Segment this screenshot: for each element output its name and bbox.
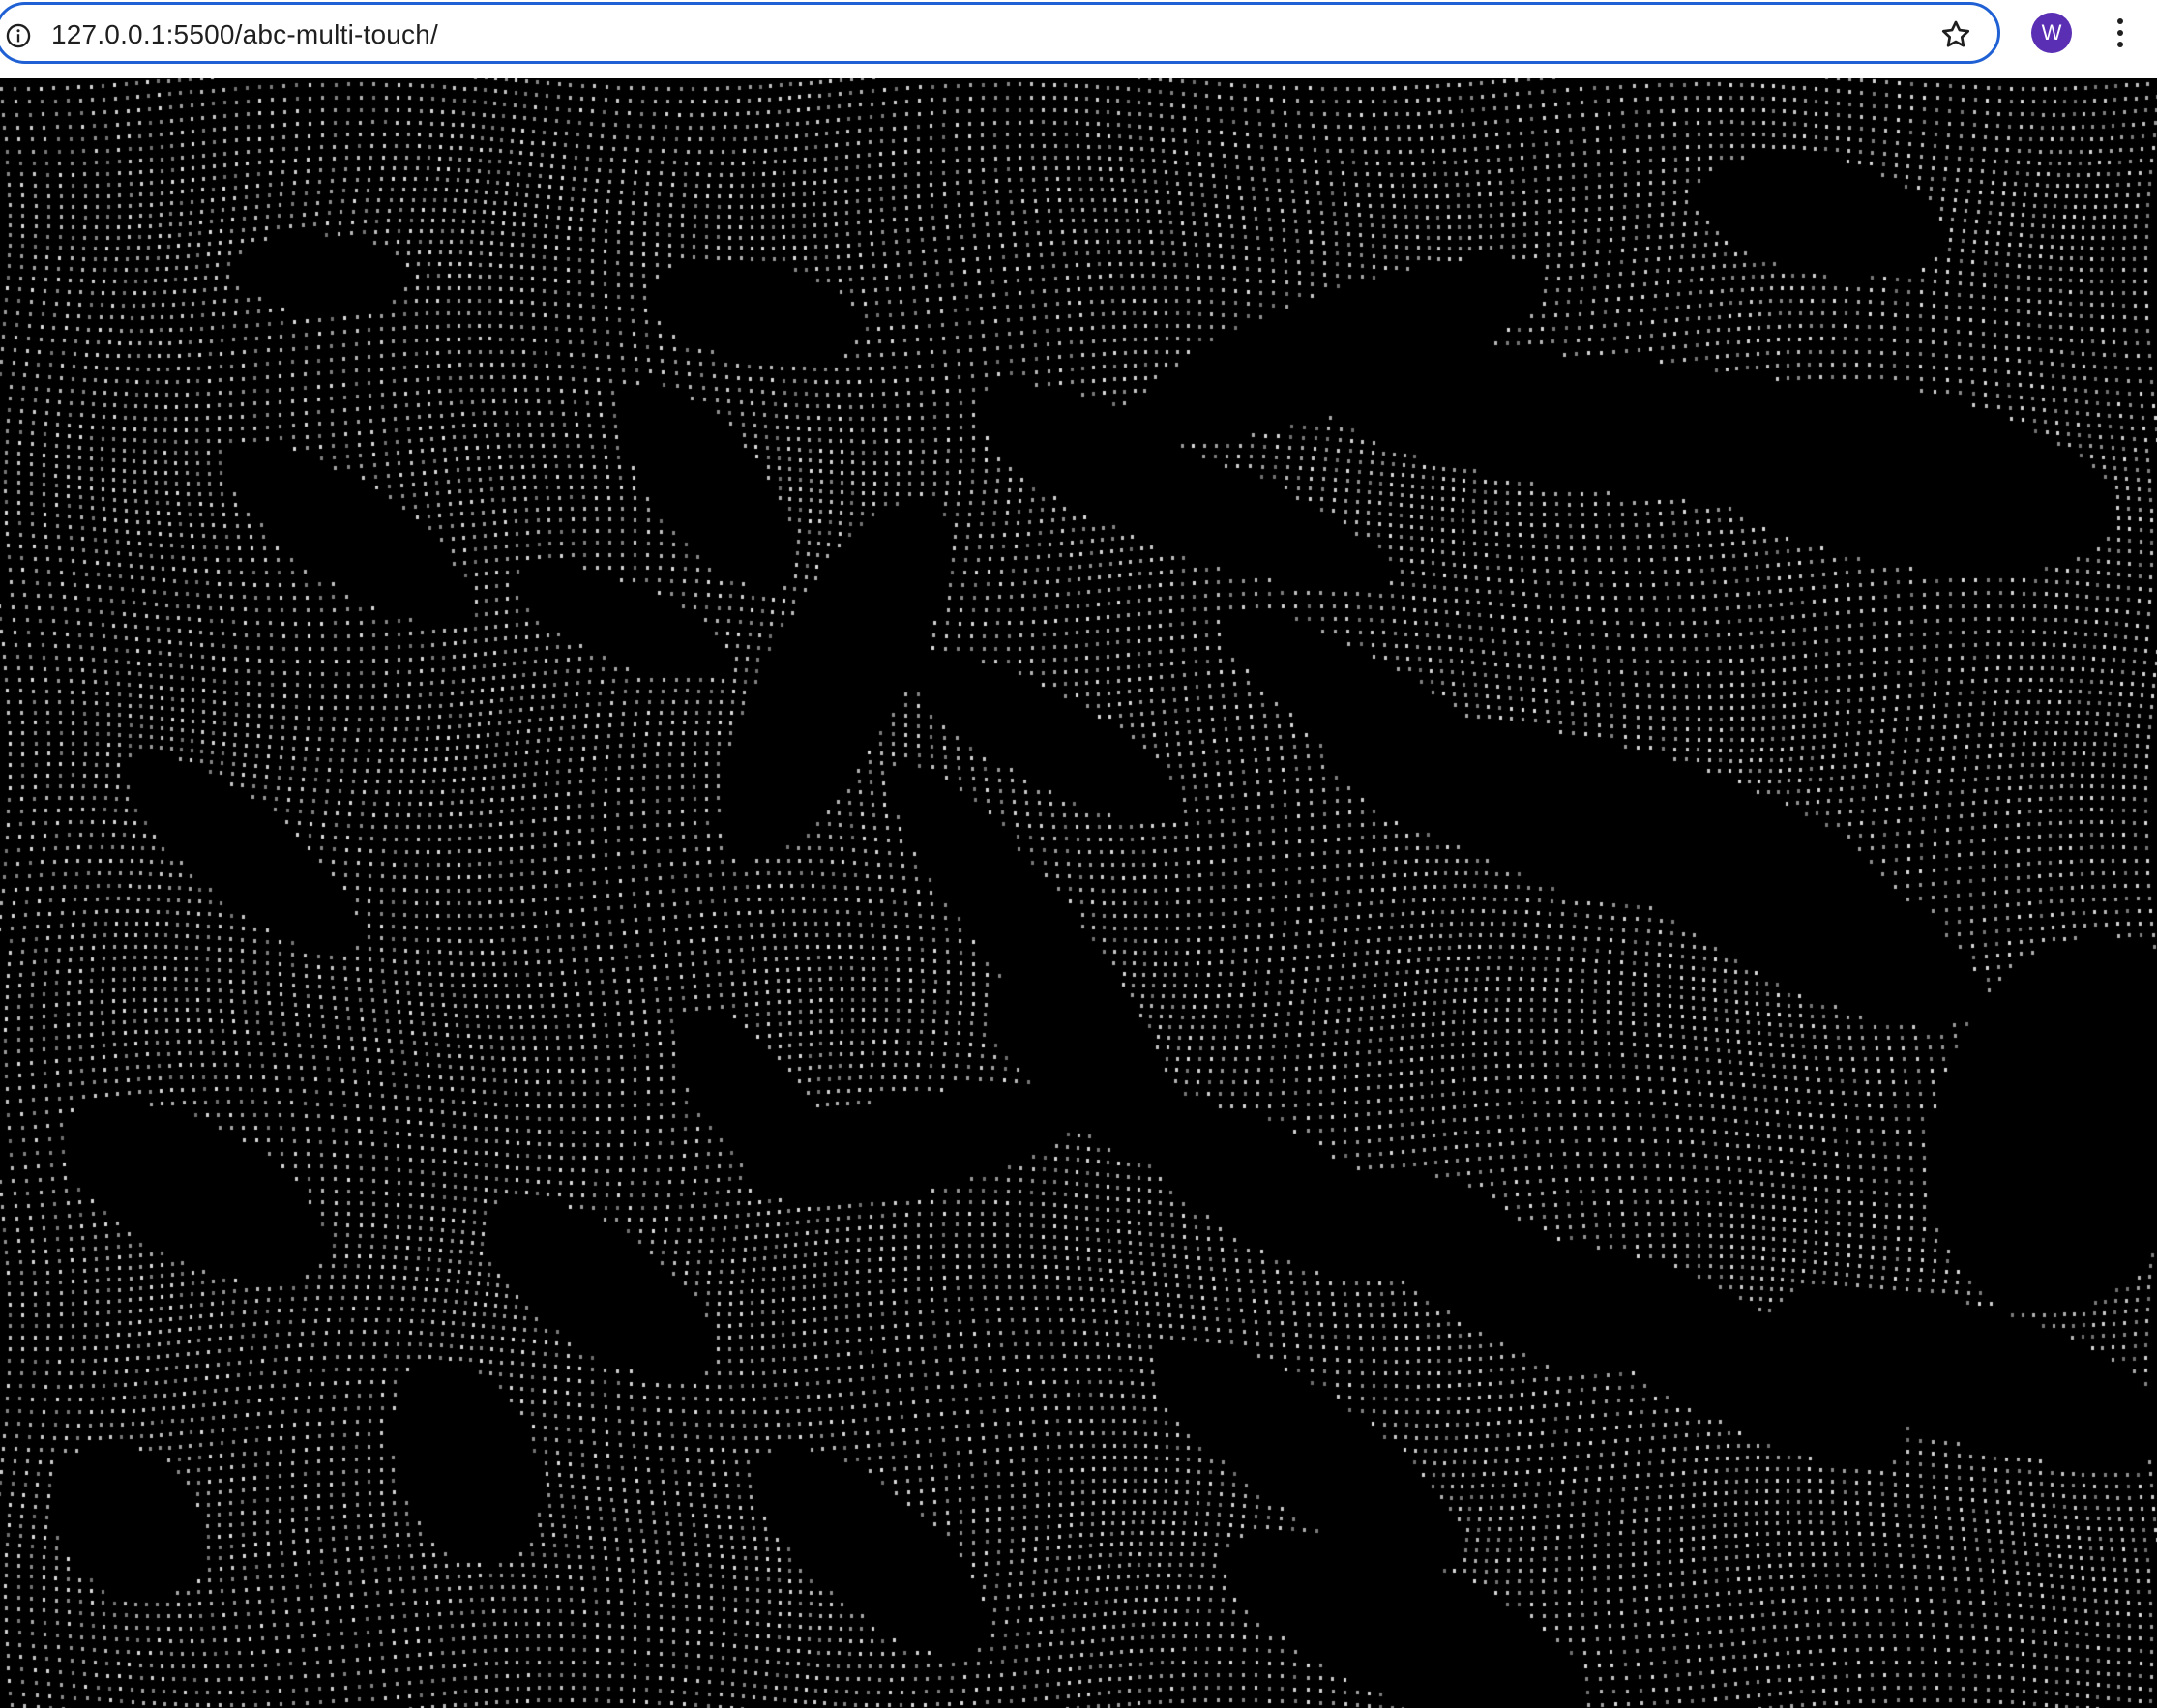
address-bar[interactable]: 127.0.0.1:5500/abc-multi-touch/ <box>0 2 2000 64</box>
address-url[interactable]: 127.0.0.1:5500/abc-multi-touch/ <box>51 18 438 51</box>
dot-field-canvas[interactable] <box>0 78 2157 1708</box>
browser-toolbar: 127.0.0.1:5500/abc-multi-touch/ W <box>0 0 2157 78</box>
vertical-dots-icon[interactable] <box>2109 14 2132 52</box>
multi-touch-canvas-area[interactable] <box>0 78 2157 1708</box>
star-outline-icon[interactable] <box>1939 18 1972 51</box>
profile-avatar[interactable]: W <box>2031 13 2072 53</box>
info-circle-icon[interactable] <box>5 22 32 49</box>
